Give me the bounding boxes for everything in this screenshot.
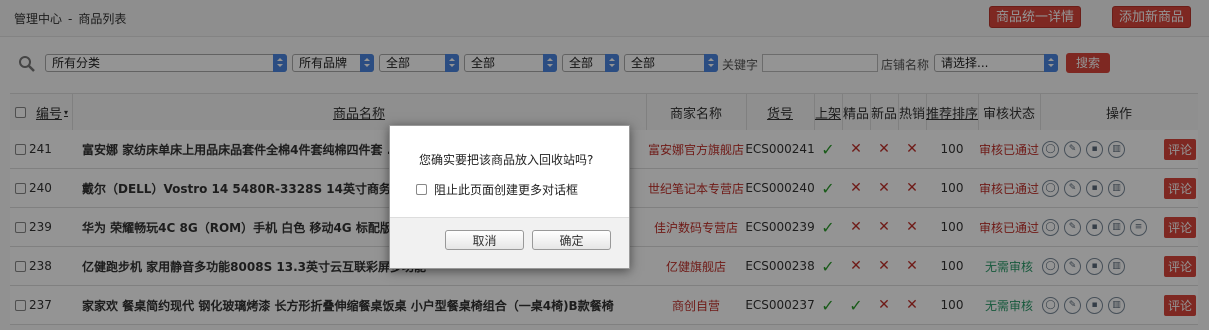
ok-button[interactable]: 确定 bbox=[532, 230, 611, 250]
dialog-footer: 取消 确定 bbox=[390, 217, 629, 268]
page: 管理中心 - 商品列表 商品统一详情 添加新商品 所有分类 所有品牌 全部 全部 全… bbox=[0, 0, 1209, 330]
confirm-dialog: 您确实要把该商品放入回收站吗? 阻止此页面创建更多对话框 取消 确定 bbox=[389, 125, 630, 269]
suppress-dialogs-checkbox[interactable] bbox=[416, 184, 427, 195]
suppress-dialogs-label[interactable]: 阻止此页面创建更多对话框 bbox=[434, 181, 578, 198]
dialog-message: 您确实要把该商品放入回收站吗? bbox=[419, 153, 594, 167]
cancel-button[interactable]: 取消 bbox=[445, 230, 524, 250]
suppress-dialogs-option[interactable]: 阻止此页面创建更多对话框 bbox=[416, 181, 578, 198]
